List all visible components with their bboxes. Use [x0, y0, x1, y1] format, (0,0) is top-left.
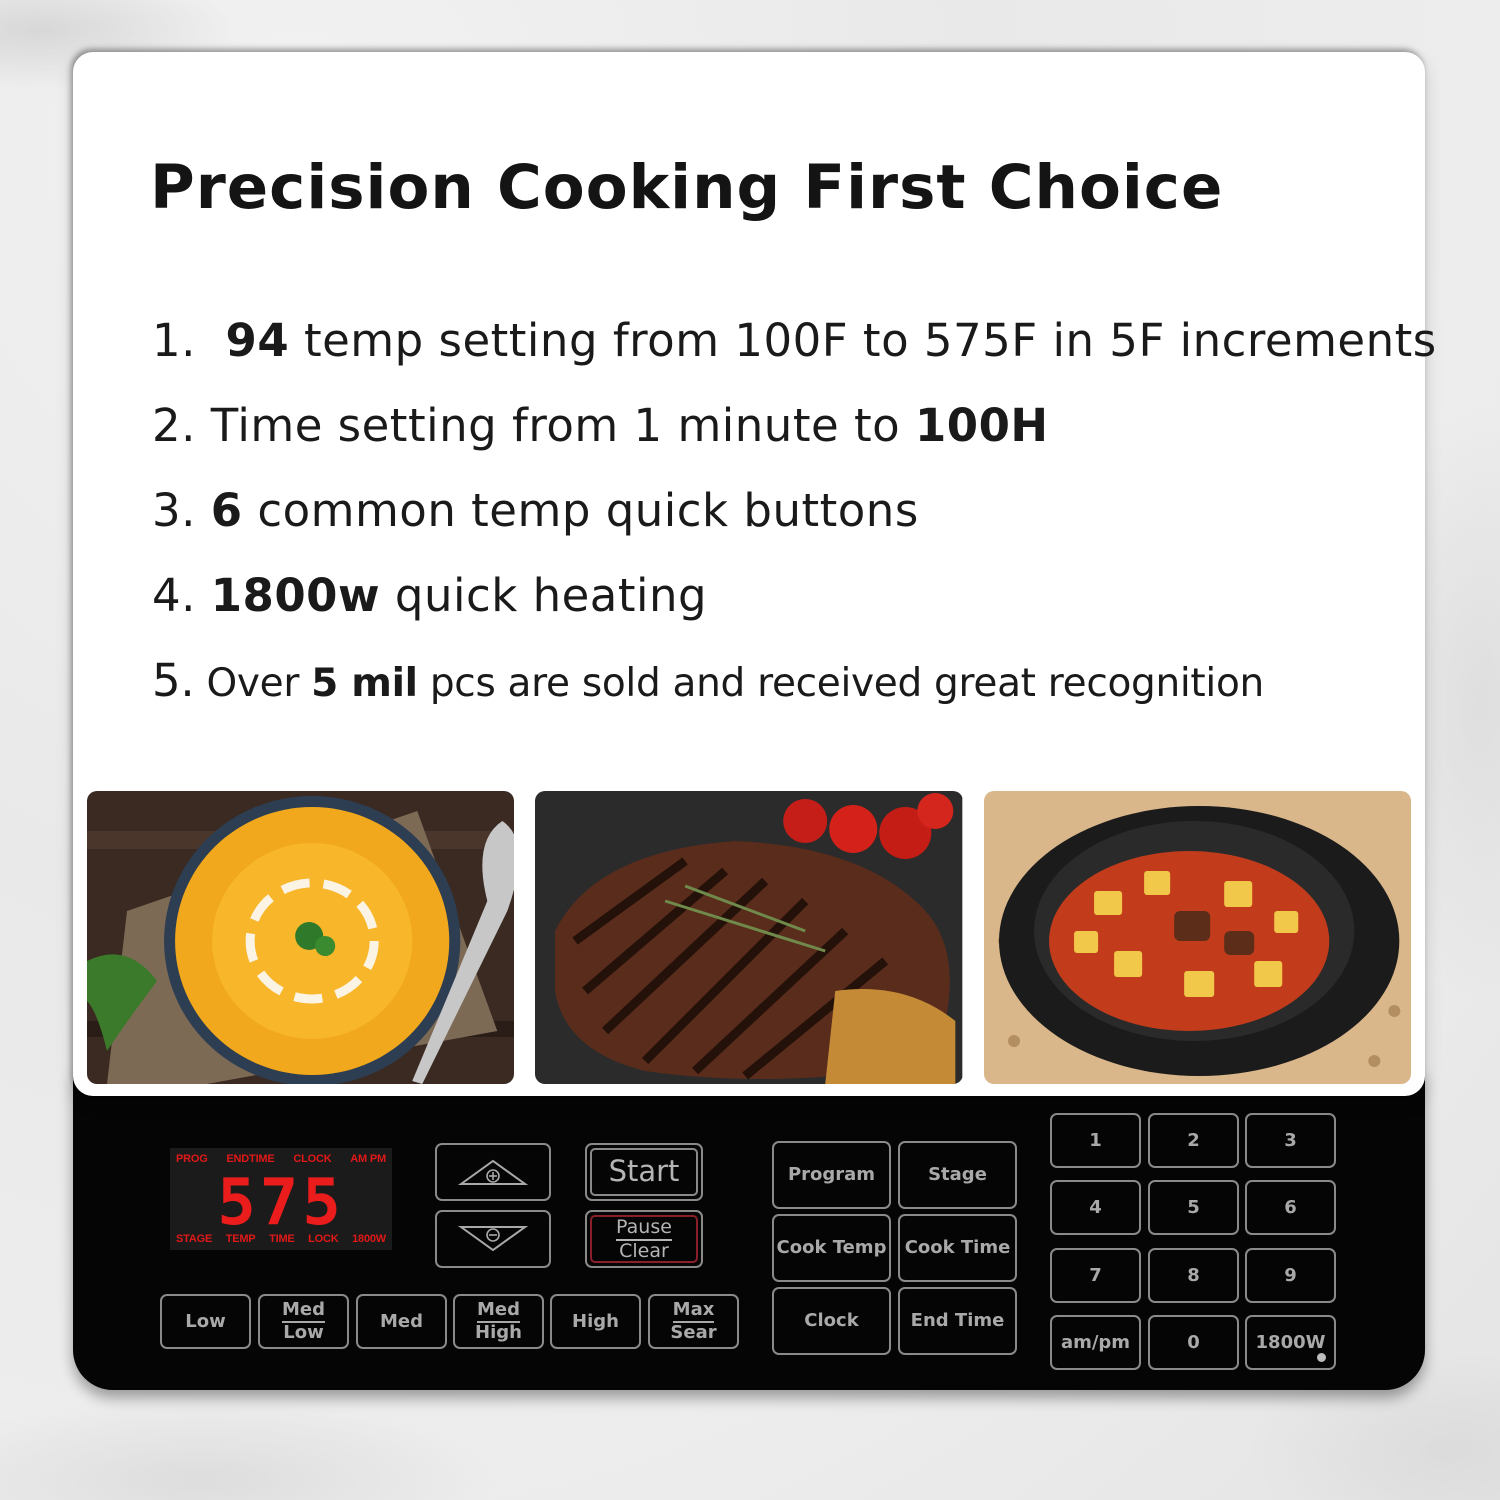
start-button[interactable]: Start — [585, 1143, 703, 1201]
led-display: PROG ENDTIME CLOCK AM PM 575 STAGE TEMP … — [170, 1148, 392, 1250]
feature-highlight: 100H — [914, 399, 1049, 452]
keypad-2[interactable]: 2 — [1148, 1113, 1239, 1168]
plus-triangle-up-icon — [458, 1159, 528, 1185]
preset-max-sear[interactable]: Max Sear — [648, 1294, 739, 1349]
keypad-3[interactable]: 3 — [1245, 1113, 1336, 1168]
feature-item-2: 2. Time setting from 1 minute to 100H — [152, 399, 1049, 452]
photo-pumpkin-soup — [87, 791, 515, 1084]
grilled-steak-image — [535, 791, 963, 1084]
preset-med-low[interactable]: Med Low — [258, 1294, 349, 1349]
feature-item-3: 3. 6 common temp quick buttons — [152, 484, 919, 537]
photo-grilled-steak — [535, 791, 963, 1084]
cook-time-button[interactable]: Cook Time — [898, 1214, 1017, 1282]
keypad-9[interactable]: 9 — [1245, 1248, 1336, 1303]
pause-clear-button[interactable]: Pause Clear — [585, 1210, 703, 1268]
beef-stew-image — [983, 791, 1411, 1084]
end-time-button[interactable]: End Time — [898, 1287, 1017, 1355]
feature-list: 1. 94 temp setting from 100F to 575F in … — [152, 314, 1437, 739]
page-title: Precision Cooking First Choice — [150, 152, 1224, 223]
keypad-6[interactable]: 6 — [1245, 1180, 1336, 1235]
preset-low[interactable]: Low — [160, 1294, 251, 1349]
feature-highlight: 1800w — [210, 569, 381, 622]
keypad-5[interactable]: 5 — [1148, 1180, 1239, 1235]
keypad-1[interactable]: 1 — [1050, 1113, 1141, 1168]
photo-beef-stew — [983, 791, 1411, 1084]
indicator-dot-icon — [1317, 1353, 1326, 1362]
decrease-button[interactable] — [435, 1210, 551, 1268]
feature-item-5: 5. Over 5 mil pcs are sold and received … — [152, 654, 1264, 707]
cook-temp-button[interactable]: Cook Temp — [772, 1214, 891, 1282]
keypad-1800w[interactable]: 1800W — [1245, 1315, 1336, 1370]
increase-button[interactable] — [435, 1143, 551, 1201]
keypad-am-pm[interactable]: am/pm — [1050, 1315, 1141, 1370]
stage-button[interactable]: Stage — [898, 1141, 1017, 1209]
program-button[interactable]: Program — [772, 1141, 891, 1209]
preset-high[interactable]: High — [550, 1294, 641, 1349]
feature-item-1: 1. 94 temp setting from 100F to 575F in … — [152, 314, 1437, 367]
display-bottom-indicators: STAGE TEMP TIME LOCK 1800W — [176, 1233, 386, 1245]
preset-med-high[interactable]: Med High — [453, 1294, 544, 1349]
keypad-0[interactable]: 0 — [1148, 1315, 1239, 1370]
keypad-8[interactable]: 8 — [1148, 1248, 1239, 1303]
display-value: 575 — [217, 1166, 345, 1240]
feature-highlight: 6 — [210, 484, 243, 537]
clock-button[interactable]: Clock — [772, 1287, 891, 1355]
control-panel: PROG ENDTIME CLOCK AM PM 575 STAGE TEMP … — [73, 1070, 1425, 1390]
preset-med[interactable]: Med — [356, 1294, 447, 1349]
pumpkin-soup-image — [87, 791, 515, 1084]
feature-highlight: 5 mil — [311, 661, 418, 706]
keypad-4[interactable]: 4 — [1050, 1180, 1141, 1235]
keypad-7[interactable]: 7 — [1050, 1248, 1141, 1303]
display-top-indicators: PROG ENDTIME CLOCK AM PM — [176, 1153, 386, 1165]
food-photos — [87, 791, 1411, 1084]
feature-card: Precision Cooking First Choice 1. 94 tem… — [73, 52, 1436, 1096]
feature-highlight: 94 — [225, 314, 290, 367]
feature-item-4: 4. 1800w quick heating — [152, 569, 708, 622]
minus-triangle-down-icon — [458, 1226, 528, 1252]
